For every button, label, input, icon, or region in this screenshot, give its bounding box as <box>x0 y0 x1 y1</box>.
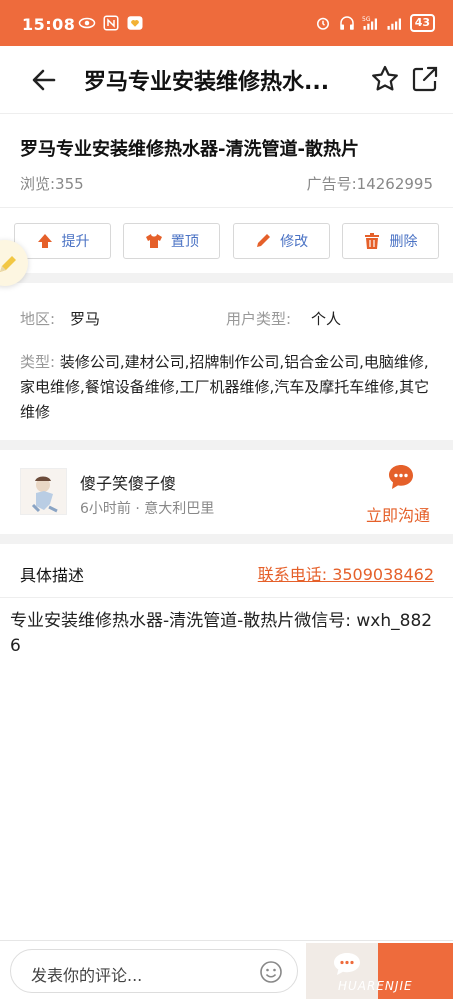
huarenjie-logo[interactable]: HUARENJIE <box>306 943 453 999</box>
divider <box>0 597 453 598</box>
edit-button[interactable]: 修改 <box>232 223 330 259</box>
category-label: 类型: <box>20 353 56 371</box>
app-header: 罗马专业安装维修热水... <box>0 46 453 114</box>
svg-text:5G: 5G <box>362 16 371 23</box>
phone-link[interactable]: 联系电话: 3509038462 <box>258 561 434 585</box>
pin-top-button[interactable]: 置顶 <box>123 223 221 259</box>
comment-placeholder: 发表你的评论... <box>31 966 143 985</box>
headphones-icon <box>339 16 354 30</box>
delete-button[interactable]: 删除 <box>341 223 439 259</box>
alarm-icon <box>316 17 329 30</box>
heart-app-icon <box>127 16 143 30</box>
share-icon[interactable] <box>410 64 440 94</box>
region-value: 罗马 <box>70 310 101 328</box>
back-arrow-icon[interactable] <box>26 62 62 98</box>
avatar[interactable] <box>20 468 67 515</box>
signal-icon <box>387 18 401 30</box>
section-separator <box>0 273 453 283</box>
description-heading: 具体描述 <box>20 566 85 585</box>
chat-bubble-icon <box>334 953 360 975</box>
promote-button[interactable]: 提升 <box>14 223 111 259</box>
status-right-icons: 5G 43 <box>314 14 435 32</box>
favorite-star-icon[interactable] <box>370 64 400 94</box>
view-count: 浏览:355 <box>20 175 84 193</box>
user-type-value: 个人 <box>311 310 342 328</box>
status-time: 15:08 <box>22 15 76 34</box>
edit-label: 修改 <box>280 234 309 250</box>
description-body: 专业安装维修热水器-清洗管道-散热片微信号: wxh_8826 <box>10 611 433 656</box>
logo-text: HUARENJIE <box>338 979 413 993</box>
battery-indicator: 43 <box>409 14 435 32</box>
pencil-icon <box>0 256 16 272</box>
user-type-label: 用户类型: <box>226 310 292 328</box>
pin-top-label: 置顶 <box>170 234 199 250</box>
divider <box>0 207 453 208</box>
signal-5g-icon: 5G <box>362 16 377 30</box>
chat-now-label: 立即沟通 <box>366 506 431 525</box>
nfc-icon <box>103 15 119 31</box>
section-separator <box>0 440 453 450</box>
chat-now-button[interactable]: 立即沟通 <box>362 462 442 525</box>
promote-label: 提升 <box>61 234 90 250</box>
emoji-icon[interactable] <box>259 960 283 984</box>
comment-input[interactable]: 发表你的评论... <box>10 949 298 993</box>
ad-number: 广告号:14262995 <box>306 175 433 193</box>
status-left-icons <box>78 14 144 32</box>
comment-bar: 发表你的评论... HUARENJIE <box>0 940 453 1000</box>
chat-bubble-icon <box>389 465 413 489</box>
shirt-icon <box>145 234 162 248</box>
action-row: 提升 置顶 修改 删除 <box>14 223 439 259</box>
delete-label: 删除 <box>389 234 418 250</box>
page-title: 罗马专业安装维修热水... <box>84 70 330 95</box>
avatar-image <box>31 476 58 513</box>
poster-meta: 6小时前 · 意大利巴里 <box>80 501 215 517</box>
category-text: 类型: 装修公司,建材公司,招牌制作公司,铝合金公司,电脑维修,家电维修,餐馆设… <box>20 350 440 425</box>
category-value: 装修公司,建材公司,招牌制作公司,铝合金公司,电脑维修,家电维修,餐馆设备维修,… <box>20 353 430 421</box>
trash-icon <box>365 233 380 249</box>
region-label: 地区: <box>20 310 56 328</box>
poster-card: 傻子笑傻子傻 6小时前 · 意大利巴里 立即沟通 <box>0 454 453 534</box>
pencil-icon <box>257 234 271 247</box>
arrow-up-icon <box>37 234 52 248</box>
eye-icon <box>78 17 96 29</box>
status-bar: 15:08 5G 43 <box>0 0 453 46</box>
poster-name[interactable]: 傻子笑傻子傻 <box>80 470 176 494</box>
section-separator <box>0 534 453 544</box>
ad-title: 罗马专业安装维修热水器-清洗管道-散热片 <box>20 139 359 160</box>
